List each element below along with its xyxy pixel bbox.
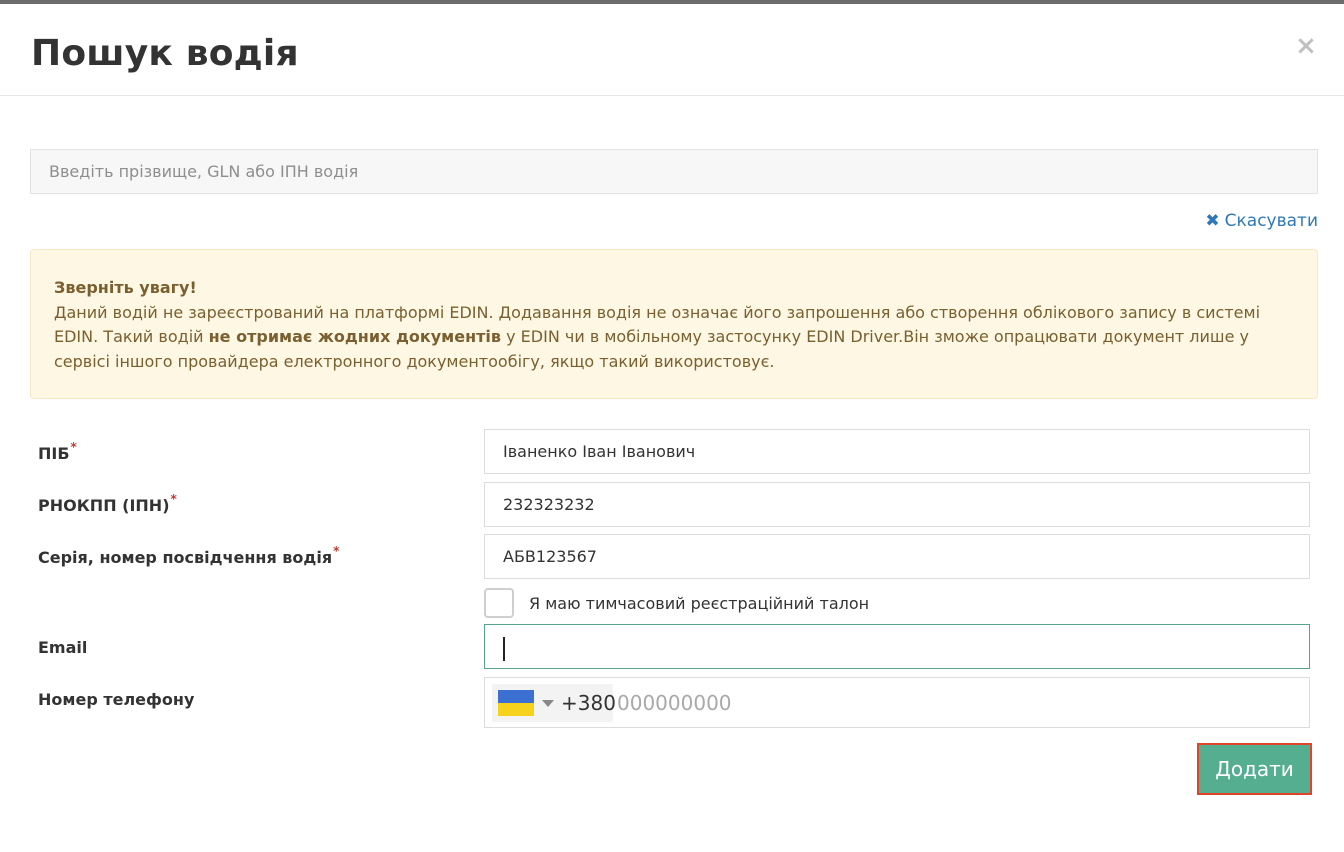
modal-title: Пошук водія: [31, 33, 299, 74]
tax-id-label-text: РНОКПП (ІПН): [38, 496, 170, 515]
email-field[interactable]: [484, 624, 1310, 669]
full-name-field[interactable]: [484, 429, 1310, 474]
temp-ticket-row: Я маю тимчасовий реєстраційний талон: [484, 588, 869, 618]
cancel-label: Скасувати: [1224, 211, 1318, 231]
license-field[interactable]: [484, 534, 1310, 579]
full-name-label: ПІБ*: [38, 440, 77, 463]
text-caret: [503, 637, 505, 661]
temp-ticket-checkbox[interactable]: [484, 588, 514, 618]
modal-header: Пошук водія ×: [0, 4, 1344, 96]
license-label-text: Серія, номер посвідчення водія: [38, 548, 333, 567]
required-mark: *: [170, 492, 177, 506]
caret-down-icon: [542, 700, 554, 707]
tax-id-label: РНОКПП (ІПН)*: [38, 492, 177, 515]
full-name-label-text: ПІБ: [38, 444, 70, 463]
add-button[interactable]: Додати: [1197, 743, 1312, 795]
close-icon[interactable]: ×: [1294, 33, 1318, 59]
phone-input[interactable]: [617, 686, 1297, 720]
driver-search-input[interactable]: [30, 149, 1318, 194]
dial-code: +380: [561, 691, 616, 715]
search-driver-modal: Пошук водія × ✖ Скасувати Зверніть увагу…: [0, 4, 1344, 852]
temp-ticket-label: Я маю тимчасовий реєстраційний талон: [529, 593, 870, 613]
alert-body: Даний водій не зареєстрований на платфор…: [54, 301, 1293, 375]
phone-field: +380: [484, 677, 1310, 728]
required-mark: *: [70, 440, 77, 454]
flag-bottom-stripe: [498, 703, 534, 716]
times-icon: ✖: [1205, 211, 1220, 231]
email-label: Email: [38, 638, 88, 657]
cancel-link[interactable]: ✖ Скасувати: [1205, 211, 1318, 231]
warning-alert: Зверніть увагу! Даний водій не зареєстро…: [30, 249, 1318, 399]
phone-label: Номер телефону: [38, 690, 195, 709]
license-label: Серія, номер посвідчення водія*: [38, 544, 339, 567]
tax-id-field[interactable]: [484, 482, 1310, 527]
required-mark: *: [333, 544, 340, 558]
flag-top-stripe: [498, 690, 534, 703]
ukraine-flag-icon: [498, 690, 534, 716]
country-select[interactable]: +380: [492, 684, 616, 722]
alert-title: Зверніть увагу!: [54, 278, 197, 297]
alert-text-bold: не отримає жодних документів: [208, 327, 502, 346]
